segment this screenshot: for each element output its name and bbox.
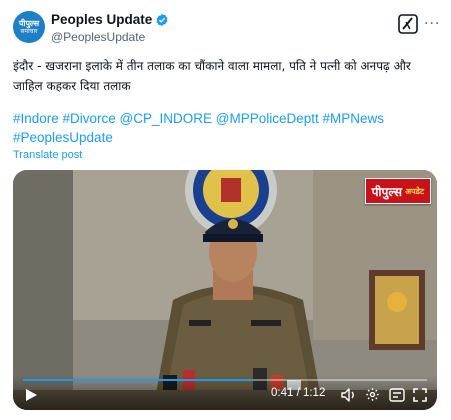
tweet-text: इंदौर - खजराना इलाके में तीन तलाक का चौं…: [13, 59, 411, 93]
avatar[interactable]: पीपुल्स समाचार: [13, 11, 45, 43]
channel-logo-sub: अपडेट: [405, 186, 424, 196]
play-icon[interactable]: [25, 388, 38, 402]
grok-icon[interactable]: [397, 14, 419, 34]
more-icon[interactable]: ···: [424, 16, 440, 32]
volume-icon[interactable]: [341, 388, 357, 402]
author-handle[interactable]: @PeoplesUpdate: [51, 30, 145, 44]
hashtags-line1[interactable]: #Indore #Divorce @CP_INDORE @MPPoliceDep…: [13, 109, 433, 128]
channel-logo-main: पीपुल्स: [371, 184, 403, 199]
video-player[interactable]: पीपुल्स अपडेट 0:41 / 1:12: [13, 170, 437, 410]
video-progress-fill: [23, 379, 253, 381]
channel-logo-badge: पीपुल्स अपडेट: [364, 178, 431, 204]
author-name[interactable]: Peoples Update: [51, 12, 152, 27]
avatar-line1: पीपुल्स: [18, 18, 40, 28]
video-progress-bar[interactable]: [23, 379, 427, 381]
verified-badge-icon: [156, 13, 168, 26]
video-controls: 0:41 / 1:12: [13, 376, 437, 410]
fullscreen-icon[interactable]: [413, 388, 427, 402]
hashtags: #Indore #Divorce @CP_INDORE @MPPoliceDep…: [13, 109, 433, 147]
captions-icon[interactable]: [389, 388, 405, 402]
avatar-line2: समाचार: [20, 27, 38, 35]
settings-icon[interactable]: [365, 387, 380, 402]
translate-post-link[interactable]: Translate post: [13, 149, 82, 161]
video-time: 0:41 / 1:12: [271, 387, 326, 399]
author-name-row: Peoples Update: [51, 12, 169, 27]
video-frame: [13, 170, 437, 410]
hashtags-line2[interactable]: #PeoplesUpdate: [13, 128, 433, 147]
